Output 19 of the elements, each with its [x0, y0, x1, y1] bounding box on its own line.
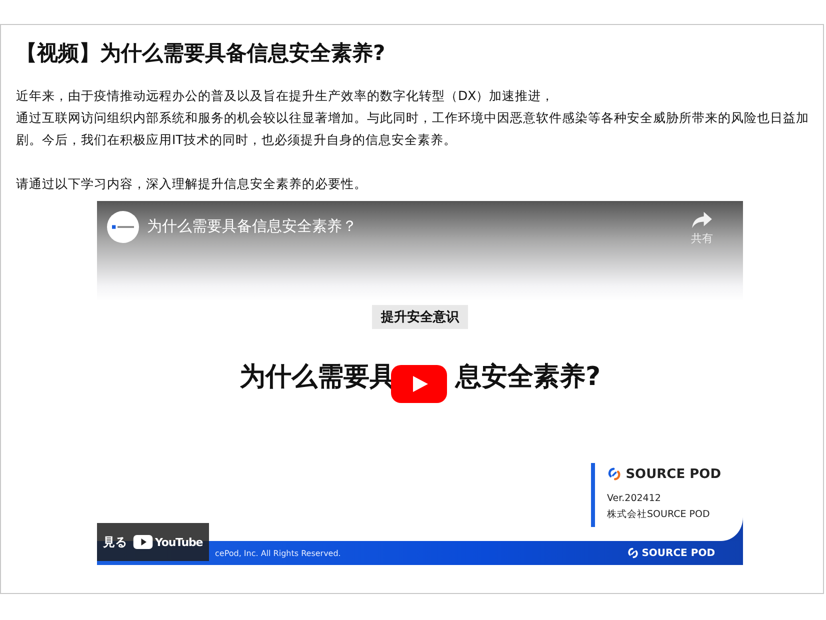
- play-icon: [133, 535, 153, 549]
- slide-heading: 息安全素养?: [455, 361, 601, 394]
- slide-tag: 提升安全意识: [372, 305, 468, 329]
- article-title: 【视频】为什么需要具备信息安全素养?: [16, 40, 386, 67]
- brand-logo: SOURCE POD: [607, 465, 721, 483]
- version-text: Ver.202412: [607, 492, 662, 506]
- video-title[interactable]: 为什么需要具备信息安全素养？: [147, 217, 683, 236]
- channel-avatar[interactable]: [107, 211, 139, 243]
- logo-icon: [112, 224, 134, 230]
- share-button[interactable]: 共有: [691, 211, 713, 246]
- play-button[interactable]: [391, 365, 447, 403]
- share-icon: [691, 211, 713, 229]
- copyright-text: cePod, Inc. All Rights Reserved.: [215, 548, 341, 558]
- paragraph: 近年来，由于疫情推动远程办公的普及以及旨在提升生产效率的数字化转型（DX）加速推进， 通过互联网访问组织内部系统和服务的机会较以往显著增加。与此同时，工作环境中因恶意软件感染等各种安全威胁所带来的风险也日益加剧。今后，我们在积极应用IT技术的同时，也必须提升自身的信息安全素养。: [16, 87, 810, 149]
- footer-logo: SOURCE POD: [626, 547, 715, 559]
- paragraph: 请通过以下学习内容，深入理解提升信息安全素养的必要性。: [16, 175, 368, 193]
- footer-curve: [721, 517, 743, 541]
- watch-on-youtube-button[interactable]: 見る YouTube: [97, 523, 209, 561]
- company-name: 株式会社SOURCE POD: [607, 508, 711, 522]
